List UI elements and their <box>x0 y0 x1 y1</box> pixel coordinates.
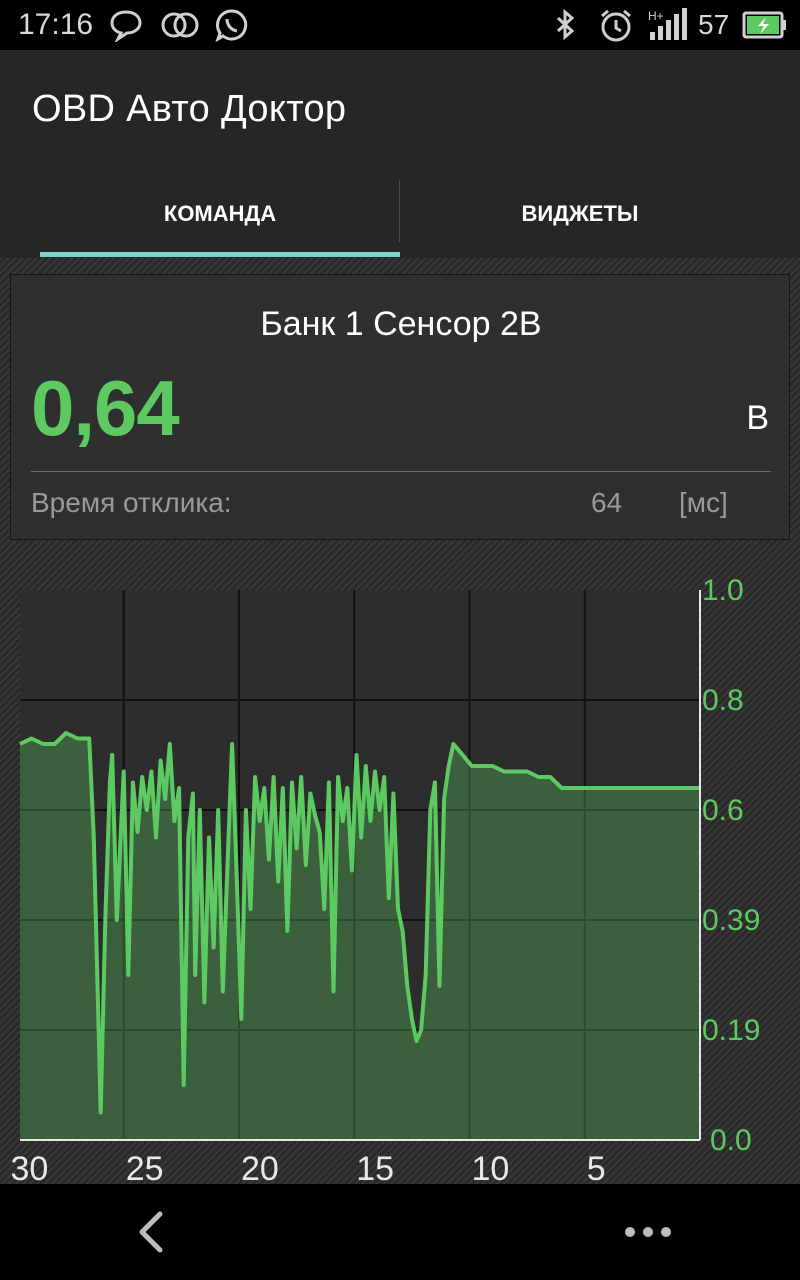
sensor-chart[interactable]: 0.0 0.19 0.39 0.6 0.8 1.0 30 25 20 15 10 5 <box>0 558 800 1184</box>
whatsapp-icon <box>215 9 248 42</box>
tab-selected-indicator <box>40 252 400 257</box>
chart-x-tick-label: 5 <box>587 1150 606 1184</box>
chart-x-tick-label: 25 <box>126 1150 164 1184</box>
chart-y-tick-label: 0.6 <box>702 794 744 827</box>
chart-x-tick-label: 15 <box>356 1150 394 1184</box>
overflow-menu-icon[interactable] <box>620 1224 676 1240</box>
response-time-label: Время отклика: <box>31 487 232 518</box>
sensor-value: 0,64 <box>31 364 180 452</box>
chart-y-tick-label: 0.8 <box>702 684 744 717</box>
alarm-icon <box>601 9 631 42</box>
sensor-card[interactable]: Банк 1 Сенсор 2В 0,64 В Время отклика: 6… <box>10 274 790 540</box>
chart-y-tick-label: 1.0 <box>702 574 744 607</box>
tab-command[interactable]: КОМАНДА <box>40 170 400 258</box>
tab-bar: КОМАНДА ВИДЖЕТЫ <box>0 170 800 258</box>
chat-bubble-icon <box>110 10 142 42</box>
app-title: OBD Авто Доктор <box>32 88 347 130</box>
tab-command-label: КОМАНДА <box>163 201 277 226</box>
signal-icon: H+ <box>648 8 687 40</box>
nav-bar <box>0 1184 800 1280</box>
svg-text:H+: H+ <box>648 9 664 23</box>
sensor-name: Банк 1 Сенсор 2В <box>260 305 542 343</box>
chart-x-tick-label: 20 <box>241 1150 279 1184</box>
response-time-unit: [мс] <box>679 487 728 518</box>
chart-x-tick-label: 10 <box>471 1150 509 1184</box>
sensor-unit: В <box>746 399 769 437</box>
tab-widgets-label: ВИДЖЕТЫ <box>521 201 639 226</box>
card-divider <box>31 471 771 472</box>
content-area: Банк 1 Сенсор 2В 0,64 В Время отклика: 6… <box>0 258 800 1184</box>
status-bar: 17:16 H+ 57 <box>0 0 800 50</box>
status-time: 17:16 <box>18 8 94 41</box>
back-chevron-icon[interactable] <box>132 1210 172 1254</box>
bluetooth-icon <box>556 8 575 41</box>
app-bar: OBD Авто Доктор <box>0 50 800 170</box>
tab-widgets[interactable]: ВИДЖЕТЫ <box>400 170 760 258</box>
link-rings-icon <box>161 12 199 38</box>
chart-y-tick-label: 0.39 <box>702 904 760 937</box>
chart-x-tick-label: 30 <box>10 1150 48 1184</box>
response-time-value: 64 <box>591 487 623 518</box>
battery-icon <box>742 11 786 39</box>
chart-y-tick-label: 0.0 <box>710 1124 752 1157</box>
battery-level: 57 <box>698 9 730 40</box>
chart-y-tick-label: 0.19 <box>702 1014 760 1047</box>
